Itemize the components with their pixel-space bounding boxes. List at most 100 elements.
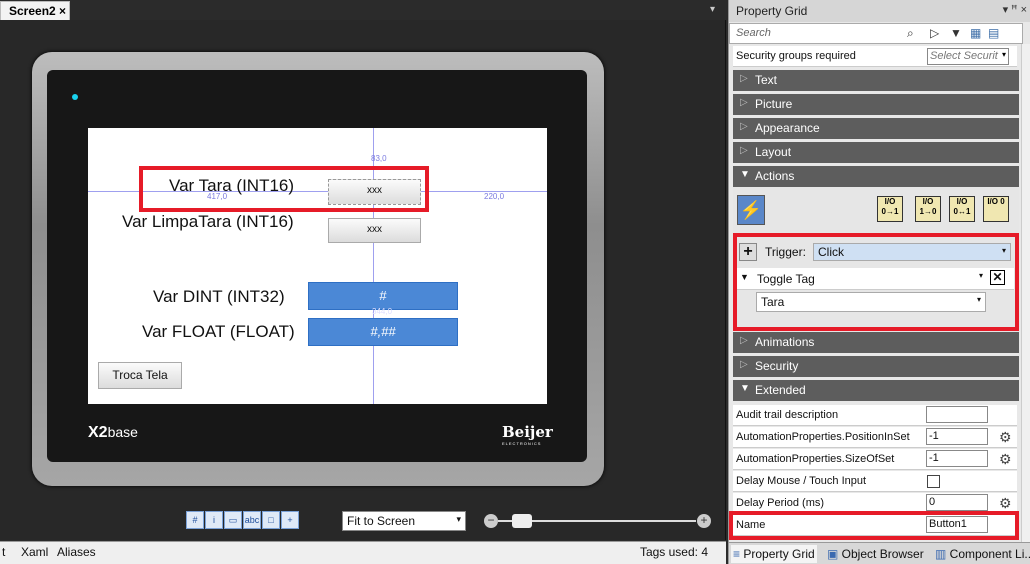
- category-actions-label: Actions: [755, 169, 795, 183]
- search-icon[interactable]: ⌕: [907, 26, 914, 41]
- tab-t[interactable]: t: [2, 545, 5, 559]
- tab-close-icon[interactable]: ×: [59, 4, 66, 18]
- gear-icon[interactable]: ⚙: [999, 451, 1012, 468]
- category-picture-label: Picture: [755, 97, 793, 111]
- search-input[interactable]: Search: [736, 27, 771, 39]
- category-actions[interactable]: ▼ Actions: [733, 166, 1019, 187]
- property-label: AutomationProperties.PositionInSet: [736, 431, 910, 443]
- label-var-float: Var FLOAT (FLOAT): [142, 322, 295, 341]
- security-groups-select[interactable]: Select Securit ▾: [927, 48, 1009, 65]
- io-value-icon[interactable]: I/O 0: [983, 196, 1009, 222]
- sorted-icon[interactable]: ▤: [988, 26, 999, 40]
- zoom-out-icon[interactable]: −: [484, 514, 498, 528]
- designer-toolbar: # i ▭ abc □ +: [186, 511, 300, 531]
- numeric-field-dint[interactable]: #: [308, 282, 458, 310]
- beijer-logo: Beijer ELECTRONICS: [502, 423, 553, 446]
- numeric-field-float[interactable]: #,##: [308, 318, 458, 346]
- expand-icon: ▷: [740, 359, 748, 370]
- property-row: AutomationProperties.PositionInSet -1 ⚙: [733, 427, 1017, 448]
- guide-top-value: 83,0: [371, 154, 387, 163]
- beijer-name: Beijer: [502, 423, 553, 441]
- chevron-down-icon: ▾: [456, 514, 461, 524]
- category-animations-label: Animations: [755, 335, 815, 349]
- zoom-select[interactable]: Fit to Screen ▾: [342, 511, 466, 531]
- collapse-icon: ▼: [740, 169, 750, 180]
- gear-icon[interactable]: ⚙: [999, 429, 1012, 446]
- text-icon[interactable]: abc: [243, 511, 261, 529]
- category-picture[interactable]: ▷ Picture: [733, 94, 1019, 115]
- property-grid-title: Property Grid: [736, 4, 808, 18]
- delay-mouse-checkbox[interactable]: [927, 475, 940, 488]
- category-extended-label: Extended: [755, 383, 806, 397]
- search-bar: Search ⌕ ▷ ▼ ▦ ▤: [729, 23, 1023, 44]
- comment-icon[interactable]: ▭: [224, 511, 242, 529]
- category-layout[interactable]: ▷ Layout: [733, 142, 1019, 163]
- property-label: Audit trail description: [736, 409, 839, 421]
- position-in-set-input[interactable]: -1: [926, 428, 988, 445]
- security-groups-label: Security groups required: [736, 50, 856, 62]
- category-appearance-label: Appearance: [755, 121, 820, 135]
- tab-label: Screen2: [9, 4, 56, 18]
- expand-icon: ▷: [740, 73, 748, 84]
- label-var-limpatara: Var LimpaTara (INT16): [122, 212, 294, 231]
- label-var-dint: Var DINT (INT32): [153, 287, 285, 306]
- editor-tab-strip: Screen2 × ▾: [0, 0, 728, 20]
- status-bar: t Xaml Aliases Tags used: 4: [0, 541, 726, 564]
- component-library-icon: ▥: [935, 547, 950, 561]
- category-security-label: Security: [755, 359, 799, 373]
- info-icon[interactable]: i: [205, 511, 223, 529]
- tab-aliases[interactable]: Aliases: [57, 545, 96, 559]
- tab-property-grid[interactable]: ≡ Property Grid: [731, 545, 817, 563]
- zoom-value: Fit to Screen: [347, 514, 416, 528]
- property-label: Delay Period (ms): [736, 497, 825, 509]
- highlight-actions: [733, 233, 1019, 331]
- chevron-down-icon: ▾: [1001, 50, 1006, 59]
- audit-trail-input[interactable]: [926, 406, 988, 423]
- category-animations[interactable]: ▷ Animations: [733, 332, 1019, 353]
- category-extended[interactable]: ▼ Extended: [733, 380, 1019, 401]
- property-grid-panel: Property Grid ▾ ꟸ × Search ⌕ ▷ ▼ ▦ ▤ Sec…: [728, 0, 1030, 564]
- frame-icon[interactable]: □: [262, 511, 280, 529]
- zoom-slider-thumb[interactable]: [512, 514, 532, 528]
- hmi-button-troca-tela[interactable]: Troca Tela: [98, 362, 182, 389]
- hmi-button-limpatara[interactable]: xxx: [328, 218, 421, 243]
- tab-component-library[interactable]: ▥ Component Li...: [933, 545, 1030, 563]
- highlight-name: [729, 511, 1019, 540]
- security-groups-row: Security groups required Select Securit ▾: [733, 46, 1017, 67]
- category-text[interactable]: ▷ Text: [733, 70, 1019, 91]
- tab-property-grid-label: Property Grid: [743, 547, 815, 561]
- io-reset-icon[interactable]: I/O 1→0: [915, 196, 941, 222]
- highlight-var-tara: [139, 166, 429, 212]
- lightning-icon[interactable]: ⚡: [737, 195, 765, 225]
- filter-icon[interactable]: ▼: [950, 26, 962, 40]
- panel-controls-icon[interactable]: ▾ ꟸ ×: [1003, 3, 1027, 16]
- property-row: Audit trail description: [733, 405, 1017, 426]
- guide-right-value: 220,0: [484, 192, 505, 201]
- io-toggle-icon[interactable]: I/O 0↔1: [949, 196, 975, 222]
- category-appearance[interactable]: ▷ Appearance: [733, 118, 1019, 139]
- size-of-set-input[interactable]: -1: [926, 450, 988, 467]
- zoom-in-icon[interactable]: +: [697, 514, 711, 528]
- tab-object-browser[interactable]: ▣ Object Browser: [825, 545, 926, 563]
- delay-period-input[interactable]: 0: [926, 494, 988, 511]
- play-icon[interactable]: ▷: [930, 26, 939, 40]
- security-groups-value: Select Securit: [930, 50, 998, 62]
- guide-bottom-value: 344,0: [372, 307, 393, 316]
- scrollbar[interactable]: [1021, 44, 1030, 542]
- anchor-icon[interactable]: +: [281, 511, 299, 529]
- tab-xaml[interactable]: Xaml: [21, 545, 48, 559]
- collapse-icon: ▼: [740, 383, 750, 394]
- expand-icon: ▷: [740, 335, 748, 346]
- property-grid-icon: ≡: [733, 547, 744, 561]
- beijer-sub: ELECTRONICS: [502, 441, 542, 446]
- status-led-icon: [72, 94, 78, 100]
- expand-icon: ▷: [740, 145, 748, 156]
- tab-screen2[interactable]: Screen2 ×: [0, 1, 70, 20]
- categorized-icon[interactable]: ▦: [970, 26, 981, 40]
- grid-icon[interactable]: #: [186, 511, 204, 529]
- io-set-icon[interactable]: I/O 0→1: [877, 196, 903, 222]
- category-security[interactable]: ▷ Security: [733, 356, 1019, 377]
- object-browser-icon: ▣: [827, 547, 842, 561]
- gear-icon[interactable]: ⚙: [999, 495, 1012, 512]
- tab-menu-chevron-icon[interactable]: ▾: [710, 4, 715, 15]
